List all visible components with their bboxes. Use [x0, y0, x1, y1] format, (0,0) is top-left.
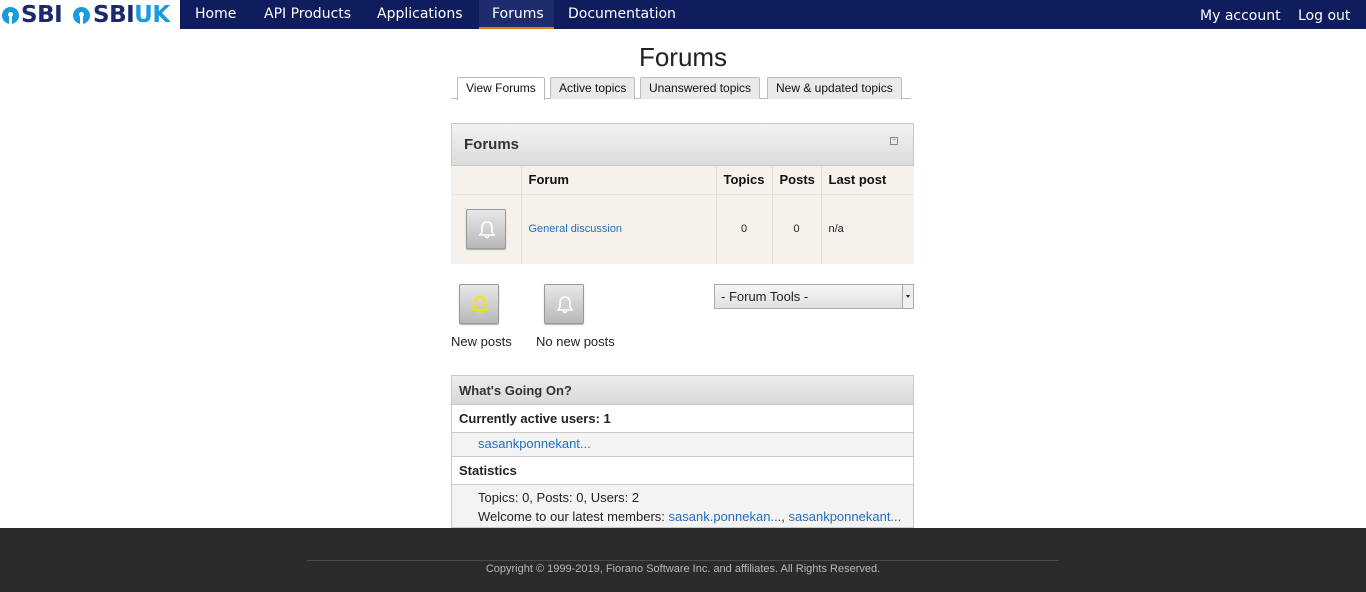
forum-table: Forum Topics Posts Last post General dis…: [451, 166, 914, 264]
tab-new-updated-topics[interactable]: New & updated topics: [767, 77, 902, 99]
latest-member-link[interactable]: sasank.ponnekan...: [669, 509, 782, 524]
last-post-value: n/a: [821, 193, 914, 264]
forum-table-header: Forum Topics Posts Last post: [451, 166, 914, 194]
table-row: General discussion 0 0 n/a: [451, 193, 914, 264]
footer-copyright: Copyright © 1999-2019, Fiorano Software …: [485, 563, 881, 575]
posts-count: 0: [772, 193, 822, 264]
statistics-body: Topics: 0, Posts: 0, Users: 2 Welcome to…: [452, 485, 913, 527]
column-header-posts: Posts: [772, 166, 822, 194]
collapse-icon[interactable]: −: [890, 137, 898, 145]
sbi-uk-logo-mark-icon: [73, 7, 90, 24]
whats-going-on-panel: What's Going On? Currently active users:…: [451, 375, 914, 528]
forum-panel-title: Forums: [464, 136, 520, 153]
log-out-link[interactable]: Log out: [1298, 0, 1350, 29]
nav-api-products[interactable]: API Products: [251, 0, 364, 29]
whats-going-on-title: What's Going On?: [452, 376, 913, 405]
forum-link-general-discussion[interactable]: General discussion: [529, 223, 623, 235]
tab-view-forums[interactable]: View Forums: [457, 77, 545, 100]
sbi-logo-mark-icon: [2, 7, 19, 24]
member-separator: ,: [781, 509, 785, 524]
new-posts-bell-icon: [459, 284, 499, 324]
active-users-list: sasankponnekant...: [452, 433, 913, 457]
nav-applications[interactable]: Applications: [364, 0, 476, 29]
footer-divider: [307, 560, 1059, 561]
forum-status-cell: [451, 193, 522, 264]
forum-panel-header: Forums −: [451, 123, 914, 166]
forum-name-cell: General discussion: [521, 193, 717, 264]
no-new-posts-legend-bell-icon: [544, 284, 584, 324]
top-nav-bar: SBI SBIUK Home API Products Applications…: [0, 0, 1366, 29]
page-title: Forums: [638, 42, 728, 72]
brand-logo[interactable]: SBI SBIUK: [0, 0, 180, 29]
chevron-down-icon[interactable]: [902, 285, 913, 308]
my-account-link[interactable]: My account: [1200, 0, 1281, 29]
nav-documentation[interactable]: Documentation: [555, 0, 689, 29]
legend-new-posts: New posts: [451, 334, 512, 349]
statistics-heading: Statistics: [452, 457, 913, 485]
latest-members-label: Welcome to our latest members:: [478, 509, 665, 524]
latest-members-line: Welcome to our latest members: sasank.po…: [478, 507, 913, 526]
active-user-link[interactable]: sasankponnekant...: [478, 436, 591, 451]
page-footer: Copyright © 1999-2019, Fiorano Software …: [0, 528, 1366, 592]
column-header-last-post: Last post: [828, 172, 887, 188]
icon-column-header: [451, 166, 522, 194]
topics-count: 0: [716, 193, 773, 264]
nav-forums[interactable]: Forums: [479, 0, 554, 29]
forum-tabs: View Forums Active topics Unanswered top…: [451, 77, 911, 100]
column-header-topics: Topics: [716, 166, 773, 194]
logo-text-sbi: SBI: [21, 2, 63, 28]
forum-tools-select[interactable]: - Forum Tools -: [714, 284, 914, 309]
active-users-heading: Currently active users: 1: [452, 405, 913, 433]
statistics-line: Topics: 0, Posts: 0, Users: 2: [478, 490, 640, 505]
legend-no-new-posts: No new posts: [536, 334, 615, 349]
column-header-forum: Forum: [521, 166, 717, 194]
no-new-posts-bell-icon: [466, 209, 506, 250]
tab-active-topics[interactable]: Active topics: [550, 77, 636, 99]
nav-home[interactable]: Home: [182, 0, 249, 29]
tab-unanswered-topics[interactable]: Unanswered topics: [640, 77, 761, 99]
logo-text-sbi-uk: SBIUK: [93, 2, 170, 28]
forum-list-panel: Forums − Forum Topics Posts Last post Ge…: [451, 123, 914, 264]
forum-tools-selected-value: - Forum Tools -: [721, 289, 809, 304]
latest-member-link[interactable]: sasankponnekant...: [789, 509, 902, 524]
